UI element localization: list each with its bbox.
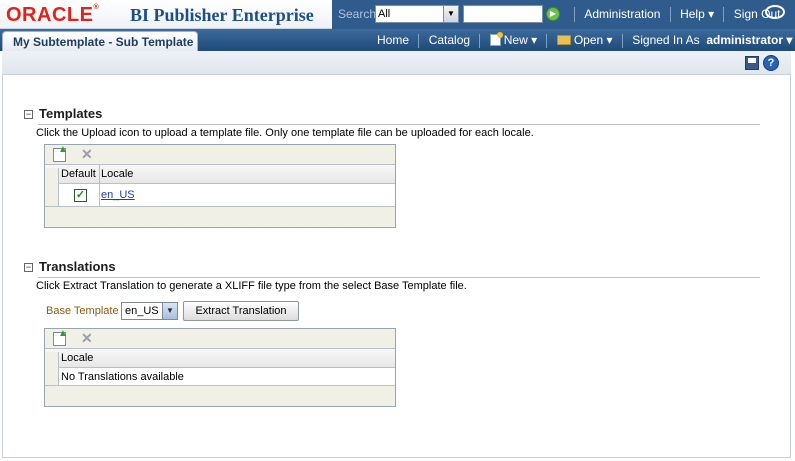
- translations-table: ✕ Locale No Translations available: [44, 328, 396, 407]
- collapse-icon[interactable]: −: [24, 263, 33, 272]
- collapse-icon[interactable]: −: [24, 110, 33, 119]
- base-template-label: Base Template: [46, 305, 119, 317]
- section-divider: [38, 124, 760, 125]
- table-row[interactable]: ✓ en_US: [45, 184, 395, 207]
- upload-icon[interactable]: [53, 144, 68, 162]
- extract-translation-button[interactable]: Extract Translation: [183, 301, 299, 321]
- user-menu[interactable]: administrator ▾: [703, 33, 792, 47]
- help-icon[interactable]: ?: [763, 55, 779, 71]
- brand-bar: ORACLE® BI Publisher Enterprise Search A…: [0, 0, 795, 29]
- empty-message: No Translations available: [61, 371, 184, 383]
- table-header: Default Locale: [45, 165, 395, 186]
- table-footer: [45, 386, 395, 406]
- help-menu[interactable]: Help ▾: [680, 7, 714, 21]
- row-selector: [45, 368, 59, 385]
- search-area: Search All ▼ ▶ Administration Help ▾ Sig…: [332, 0, 795, 29]
- divider: [574, 7, 575, 23]
- page-tab[interactable]: My Subtemplate - Sub Template: [2, 31, 198, 53]
- base-template-value: en_US: [125, 305, 159, 317]
- divider: [621, 33, 623, 48]
- row-selector[interactable]: [45, 184, 59, 206]
- new-menu[interactable]: New ▾: [489, 32, 537, 47]
- divider: [418, 33, 420, 48]
- delete-icon[interactable]: ✕: [81, 146, 93, 163]
- new-document-icon: [489, 32, 503, 46]
- folder-icon: [556, 35, 571, 45]
- search-scope-select[interactable]: All ▼: [375, 5, 459, 23]
- upload-icon[interactable]: [53, 328, 68, 346]
- search-label: Search: [338, 7, 377, 21]
- chevron-down-icon[interactable]: ▼: [443, 6, 458, 22]
- open-menu[interactable]: Open ▾: [556, 33, 613, 47]
- signed-in-label: Signed In As: [632, 33, 700, 47]
- column-header-locale[interactable]: Locale: [101, 168, 133, 180]
- column-header-locale[interactable]: Locale: [61, 352, 93, 364]
- table-row: No Translations available: [45, 368, 395, 386]
- search-go-icon[interactable]: ▶: [546, 7, 560, 21]
- divider: [669, 7, 671, 23]
- translations-section-header[interactable]: − Translations: [24, 259, 116, 274]
- product-title: BI Publisher Enterprise: [130, 5, 314, 25]
- section-divider: [38, 277, 760, 278]
- column-divider: [99, 165, 100, 183]
- divider: [546, 33, 548, 48]
- templates-description: Click the Upload icon to upload a templa…: [36, 127, 534, 139]
- delete-icon[interactable]: ✕: [81, 330, 93, 347]
- sign-out-icon[interactable]: [765, 5, 785, 19]
- nav-bar: My Subtemplate - Sub Template Home Catal…: [0, 29, 795, 53]
- templates-table: ✕ Default Locale ✓ en_US: [44, 144, 396, 228]
- table-toolbar: ✕: [45, 328, 395, 349]
- divider: [723, 7, 725, 23]
- base-template-select[interactable]: en_US ▼: [121, 302, 178, 320]
- default-checkbox[interactable]: ✓: [74, 189, 87, 202]
- column-divider: [99, 184, 100, 206]
- search-input[interactable]: [463, 5, 543, 23]
- save-icon[interactable]: [745, 56, 759, 70]
- administration-link[interactable]: Administration: [584, 7, 660, 21]
- chevron-down-icon[interactable]: ▼: [162, 303, 177, 319]
- table-toolbar: ✕: [45, 144, 395, 165]
- table-header: Locale: [45, 349, 395, 370]
- home-link[interactable]: Home: [377, 33, 409, 47]
- divider: [479, 33, 481, 48]
- translations-description: Click Extract Translation to generate a …: [36, 280, 467, 292]
- top-links: Administration Help ▾ Sign Out: [568, 7, 781, 23]
- search-scope-value: All: [378, 8, 391, 20]
- table-footer: [45, 207, 395, 227]
- locale-link[interactable]: en_US: [101, 189, 135, 201]
- nav-links: Home Catalog New ▾ Open ▾ Signed In As a…: [377, 32, 792, 48]
- templates-section-header[interactable]: − Templates: [24, 106, 102, 121]
- oracle-logo: ORACLE®: [6, 4, 100, 26]
- column-header-default[interactable]: Default: [61, 168, 96, 180]
- catalog-link[interactable]: Catalog: [429, 33, 470, 47]
- page-toolbar: ?: [2, 51, 791, 75]
